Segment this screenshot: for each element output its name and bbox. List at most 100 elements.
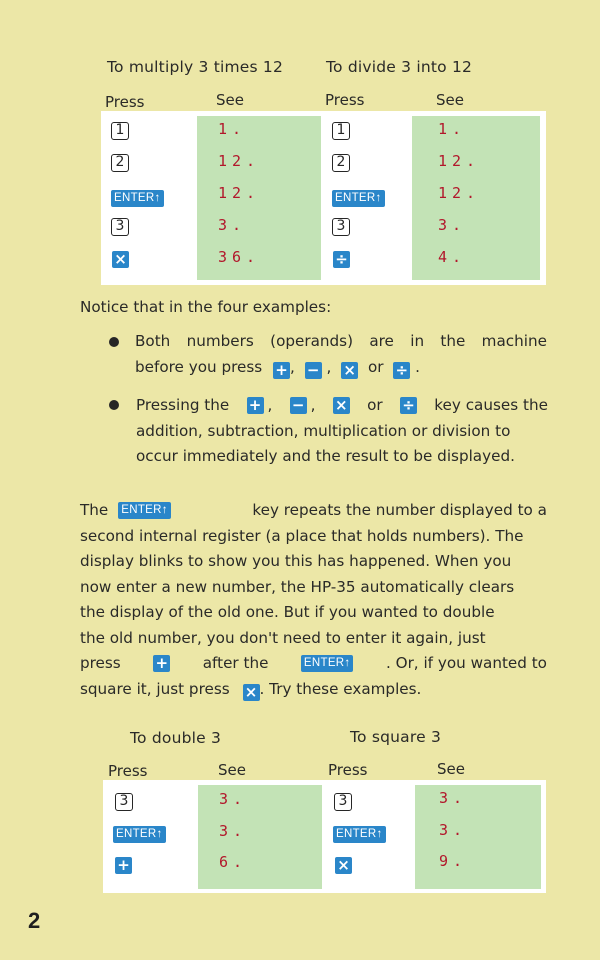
square-display-area bbox=[415, 785, 541, 889]
bullet1-line2: before you press +, − , × or ÷ . bbox=[135, 355, 547, 381]
paragraph-line5: the display of the old one. But if you w… bbox=[80, 603, 495, 621]
key-plus: + bbox=[246, 397, 264, 415]
display-value: 3. bbox=[438, 216, 467, 234]
bullet-point bbox=[109, 337, 119, 347]
key-2: 2 bbox=[111, 154, 129, 172]
or-if: . Or, if you wanted to bbox=[385, 654, 547, 672]
bullet2-line3: occur immediately and the result to be d… bbox=[136, 447, 515, 465]
example2-panel: 3 ENTER↑ + 3. 3. 6. 3 ENTER↑ × 3. 3. 9. bbox=[103, 780, 546, 893]
key-times: × bbox=[242, 683, 260, 701]
key-plus: + bbox=[273, 361, 290, 379]
square-it: square it, just press bbox=[80, 679, 230, 698]
paragraph-line6: the old number, you don't need to enter … bbox=[80, 628, 486, 647]
display-value: 6. bbox=[219, 853, 248, 871]
bullet2-tail: key causes the bbox=[434, 396, 548, 414]
display-value: 12. bbox=[218, 152, 261, 170]
key-divide: ÷ bbox=[333, 251, 350, 268]
or-word: or bbox=[367, 357, 384, 376]
key-group: − , bbox=[289, 393, 316, 419]
separator: , bbox=[310, 396, 316, 414]
paragraph-line7: press + after the ENTER↑ . Or, if you wa… bbox=[80, 651, 547, 677]
press-column-header: Press bbox=[325, 91, 365, 109]
try-examples: . Try these examples. bbox=[259, 679, 422, 698]
key-1: 1 bbox=[111, 122, 129, 140]
display-value: 3. bbox=[219, 822, 248, 840]
word: in bbox=[410, 332, 425, 350]
display-value: 3. bbox=[219, 790, 248, 808]
key-times: × bbox=[335, 857, 352, 874]
display-value: 12. bbox=[438, 152, 481, 170]
display-value: 3. bbox=[218, 216, 247, 234]
key-group: + , bbox=[246, 393, 273, 419]
multiply-example-title: To multiply 3 times 12 bbox=[107, 58, 284, 76]
display-value: 1. bbox=[438, 120, 467, 138]
display-value: 12. bbox=[218, 184, 261, 202]
square-example-title: To square 3 bbox=[350, 728, 442, 746]
word: are bbox=[369, 332, 394, 350]
bullet1-lead: before you press bbox=[135, 357, 263, 376]
key-enter: ENTER↑ bbox=[113, 826, 166, 843]
separator: , bbox=[267, 396, 273, 414]
double-display-area bbox=[198, 785, 322, 889]
enter-paragraph: The ENTER↑ key repeats the number displa… bbox=[80, 498, 547, 702]
key-enter: ENTER↑ bbox=[333, 826, 386, 843]
divide-example-title: To divide 3 into 12 bbox=[326, 58, 473, 76]
key-times: × bbox=[332, 397, 350, 415]
the-word: The bbox=[80, 501, 109, 519]
key-plus: + bbox=[153, 655, 171, 673]
key-enter: ENTER↑ bbox=[332, 190, 385, 207]
display-value: 3. bbox=[439, 821, 468, 839]
key-times: × bbox=[112, 251, 129, 268]
separator: , bbox=[326, 357, 332, 376]
key-1: 1 bbox=[332, 122, 350, 140]
double-example-title: To double 3 bbox=[130, 729, 222, 747]
display-value: 1. bbox=[218, 120, 247, 138]
word: numbers bbox=[186, 332, 254, 350]
key-minus: − bbox=[304, 361, 322, 379]
bullet-point bbox=[109, 400, 119, 410]
separator: , bbox=[290, 357, 295, 376]
display-value: 3. bbox=[439, 789, 468, 807]
notice-intro: Notice that in the four examples: bbox=[80, 298, 332, 316]
key-minus: − bbox=[289, 397, 307, 415]
see-column-header: See bbox=[437, 760, 465, 778]
key-2: 2 bbox=[332, 154, 350, 172]
paragraph-line2: second internal register (a place that h… bbox=[80, 526, 524, 545]
see-column-header: See bbox=[436, 91, 464, 109]
paragraph-line4: now enter a new number, the HP-35 automa… bbox=[80, 577, 515, 596]
line1-rest: key repeats the number displayed to a bbox=[252, 501, 547, 519]
key-divide: ÷ bbox=[393, 361, 411, 379]
key-enter: ENTER↑ bbox=[300, 655, 354, 673]
paragraph-line3: display blinks to show you this has happ… bbox=[80, 552, 512, 570]
bullet1-text: Both numbers (operands) are in the machi… bbox=[135, 329, 547, 380]
example1-panel: 1 2 ENTER↑ 3 × 1. 12. 12. 3. 36. 1 2 ENT… bbox=[101, 111, 546, 285]
after-the: after the bbox=[202, 654, 269, 672]
display-value: 36. bbox=[218, 248, 261, 266]
display-value: 12. bbox=[438, 184, 481, 202]
key-3: 3 bbox=[334, 793, 352, 811]
press-column-header: Press bbox=[105, 93, 145, 111]
key-divide: ÷ bbox=[399, 397, 417, 415]
key-enter: ENTER↑ bbox=[111, 190, 164, 207]
bullet2-line2: addition, subtraction, multiplication or… bbox=[136, 421, 511, 440]
word: the bbox=[440, 332, 466, 350]
page-number: 2 bbox=[28, 908, 41, 933]
key-3: 3 bbox=[111, 218, 129, 236]
press-word: press bbox=[80, 654, 121, 672]
key-3: 3 bbox=[332, 218, 350, 236]
word: (operands) bbox=[270, 332, 353, 350]
bullet1-line1: Both numbers (operands) are in the machi… bbox=[135, 329, 547, 355]
paragraph-line1: The ENTER↑ key repeats the number displa… bbox=[80, 498, 547, 524]
key-times: × bbox=[341, 361, 359, 379]
or-word: or bbox=[367, 396, 383, 414]
key-plus: + bbox=[115, 857, 132, 874]
bullet2-text: Pressing the + , − , × or ÷ key causes t… bbox=[136, 393, 548, 470]
press-column-header: Press bbox=[328, 761, 368, 779]
word: Both bbox=[135, 332, 171, 350]
period: . bbox=[415, 357, 420, 376]
see-column-header: See bbox=[216, 91, 244, 109]
display-value: 4. bbox=[438, 248, 467, 266]
key-3: 3 bbox=[115, 793, 133, 811]
key-enter: ENTER↑ bbox=[118, 502, 171, 520]
display-value: 9. bbox=[439, 852, 468, 870]
